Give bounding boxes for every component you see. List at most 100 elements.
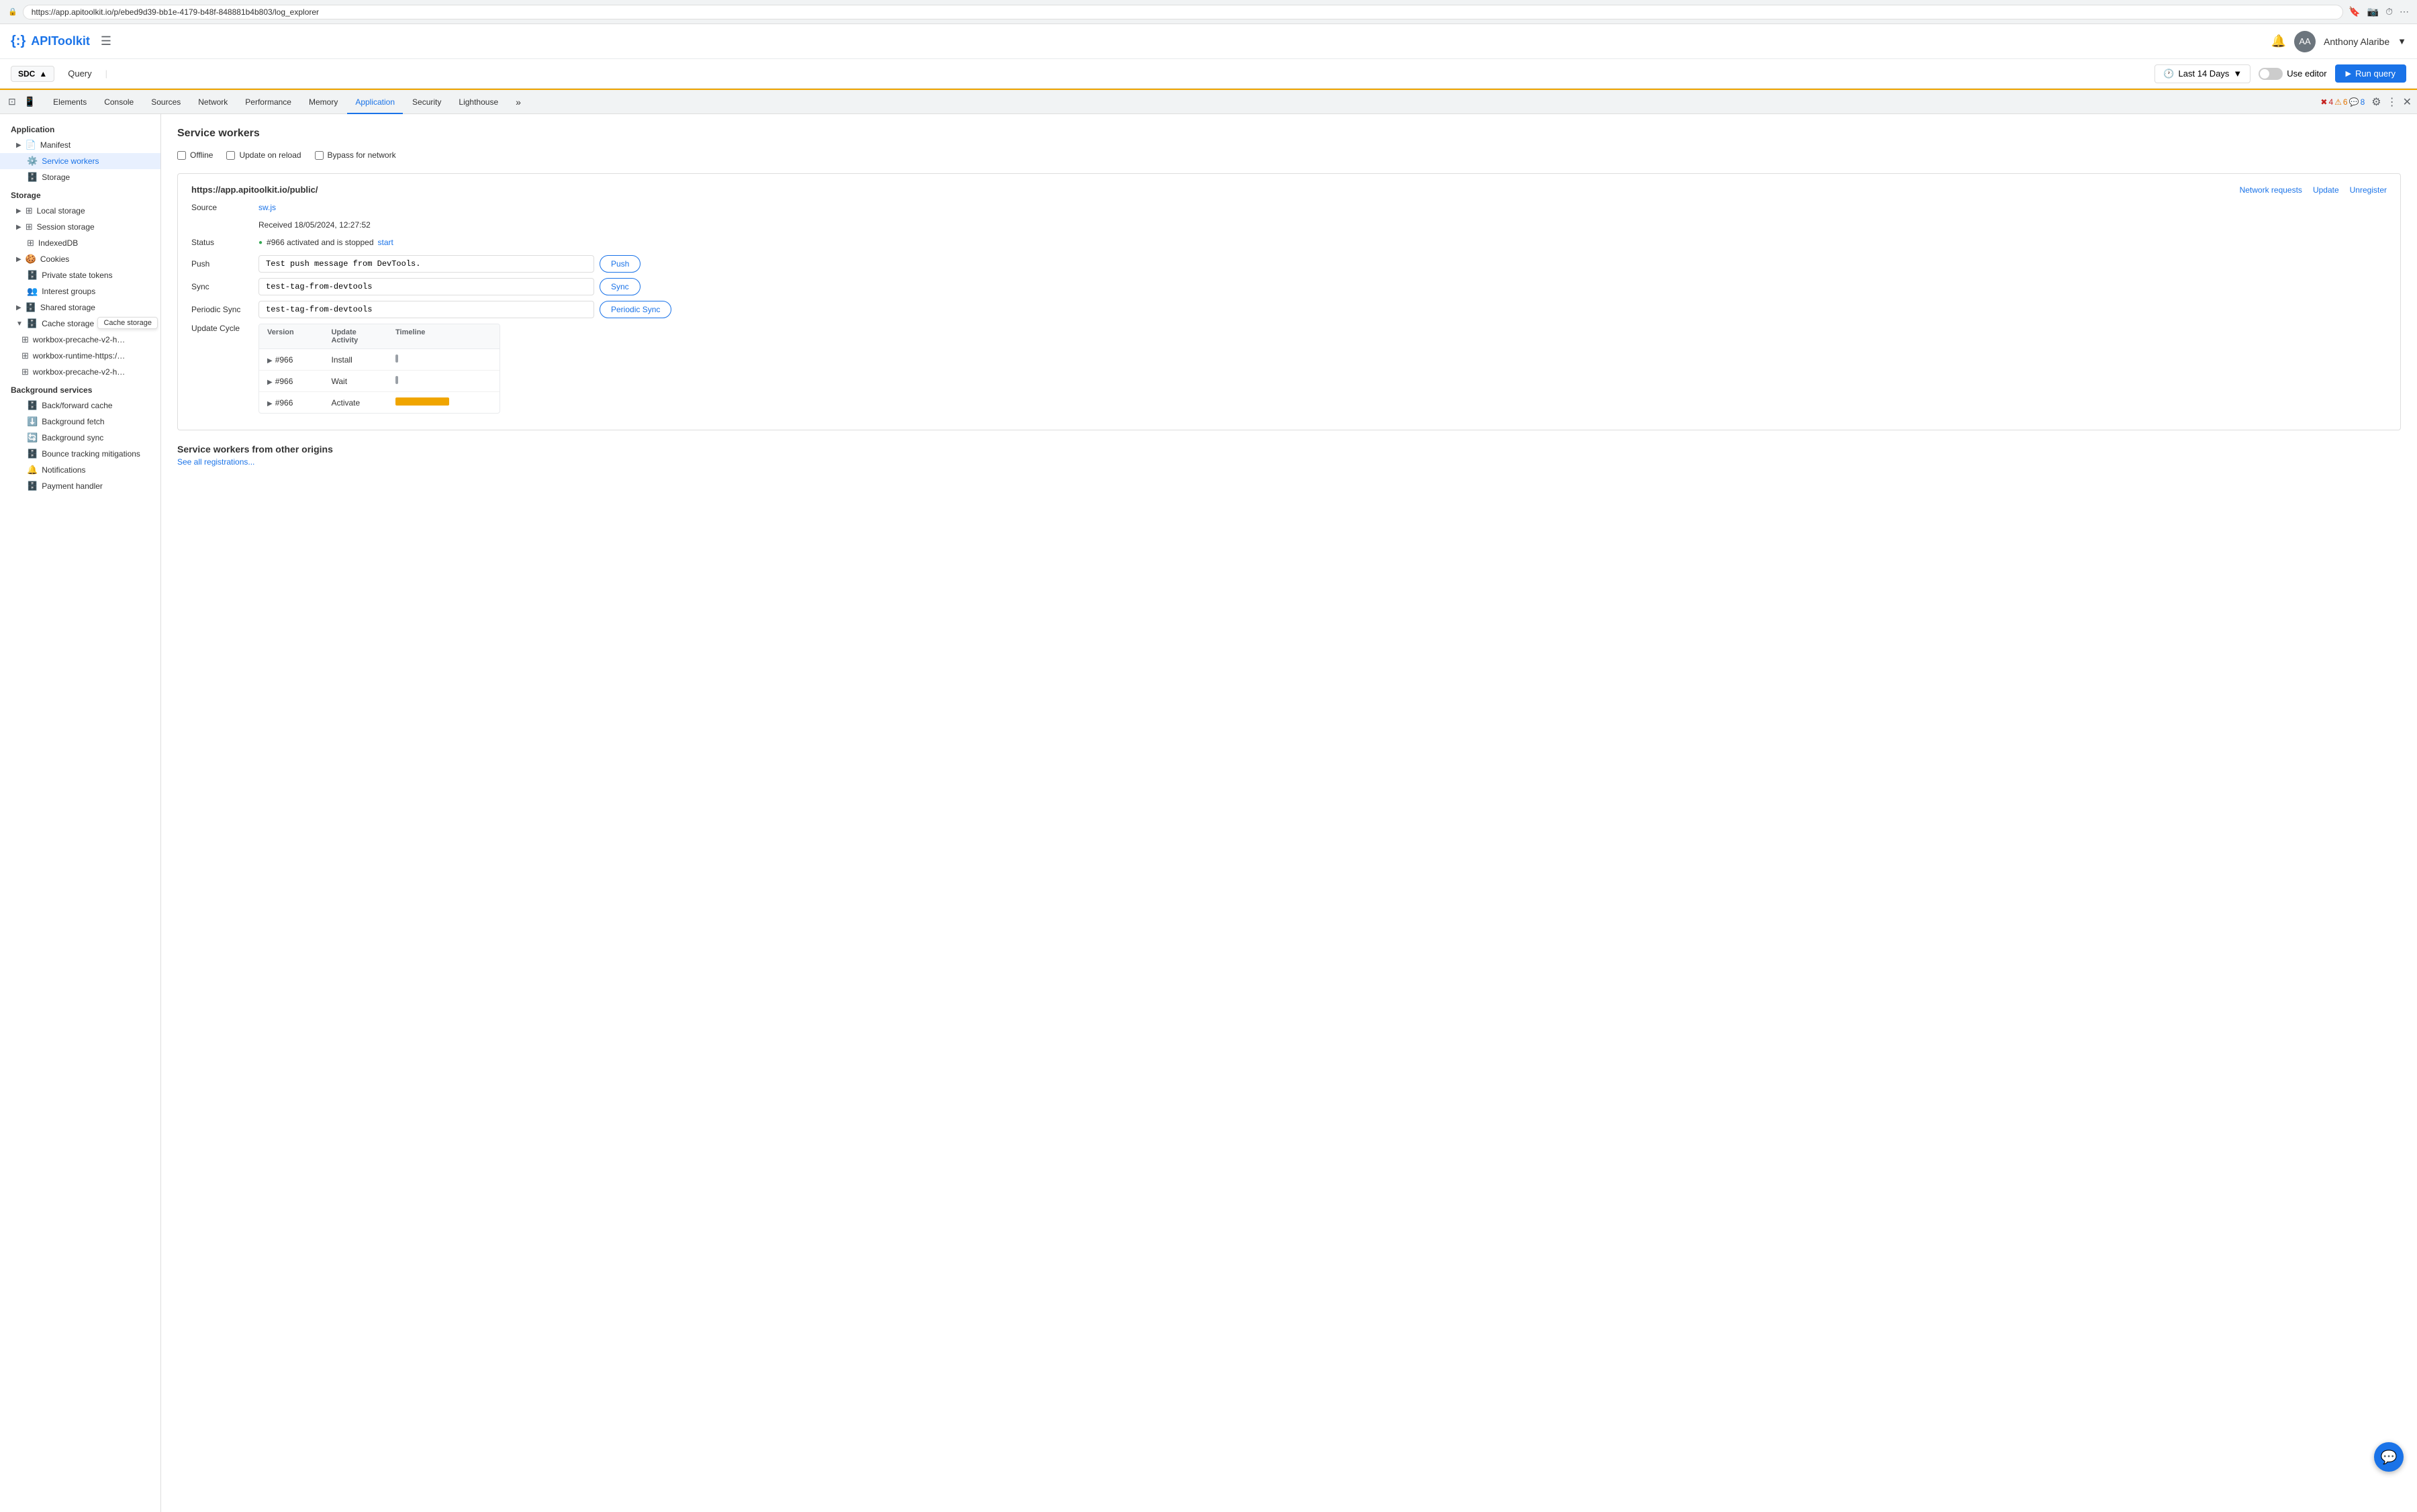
use-editor-toggle[interactable] [2259,68,2283,80]
tab-more[interactable]: » [508,90,529,114]
logo-icon: {:} [11,34,26,49]
activate-bar [395,397,449,406]
kebab-menu-icon[interactable]: ⋮ [2387,95,2398,109]
uc-timeline-header: Timeline [387,324,500,348]
cursor-icon[interactable]: ⊡ [5,96,19,107]
sw-links: Network requests Update Unregister [2240,185,2387,195]
uc-install-activity: Install [324,351,388,369]
uc-install-timeline [387,349,500,370]
tab-elements[interactable]: Elements [45,90,95,114]
sidebar-item-bg-sync[interactable]: 🔄 Background sync [0,430,160,446]
more-icon[interactable]: ⋯ [2400,6,2409,17]
offline-checkbox[interactable] [177,151,186,160]
periodic-sync-input[interactable] [258,301,594,318]
url-bar[interactable]: https://app.apitoolkit.io/p/ebed9d39-bb1… [23,5,2344,19]
offline-checkbox-label[interactable]: Offline [177,150,213,160]
sidebar-item-private-state[interactable]: 🗄️ Private state tokens [0,267,160,283]
bypass-for-network-checkbox[interactable] [315,151,324,160]
panel-title: Service workers [177,128,2401,140]
install-expand-icon[interactable]: ▶ [267,357,273,365]
update-on-reload-text: Update on reload [239,150,301,160]
sidebar-item-cache-3[interactable]: ⊞ workbox-precache-v2-https://app.apitoo… [0,364,160,380]
sidebar-item-storage[interactable]: 🗄️ Storage [0,169,160,185]
run-query-button[interactable]: ▶ Run query [2335,64,2406,83]
network-requests-link[interactable]: Network requests [2240,185,2302,195]
session-storage-icon: ⊞ [26,222,33,232]
bounce-label: Bounce tracking mitigations [42,449,140,459]
screenshot-icon[interactable]: 📷 [2367,6,2379,17]
settings-icon[interactable]: ⚙ [2371,95,2381,109]
sidebar-item-indexed-db[interactable]: ⊞ IndexedDB [0,235,160,251]
menu-icon[interactable]: ☰ [101,34,111,48]
query-bar: SDC ▲ Query | 🕐 Last 14 Days ▼ Use edito… [0,59,2417,89]
update-link[interactable]: Update [2313,185,2339,195]
uc-activate-version: ▶#966 [259,394,324,412]
session-storage-label: Session storage [37,222,95,232]
query-tab[interactable]: Query [62,68,97,79]
interest-groups-icon: 👥 [27,286,38,297]
sdc-badge[interactable]: SDC ▲ [11,66,54,82]
manifest-expand-icon: ▶ [16,142,21,149]
cache-storage-icon: 🗄️ [27,318,38,329]
back-forward-label: Back/forward cache [42,401,112,410]
history-icon[interactable]: ⏱ [2385,6,2393,17]
sidebar-item-manifest[interactable]: ▶ 📄 Manifest [0,137,160,153]
tab-lighthouse[interactable]: Lighthouse [451,90,506,114]
cache-storage-wrapper: ▼ 🗄️ Cache storage Cache storage [0,316,160,332]
sidebar-item-service-workers[interactable]: ⚙️ Service workers [0,153,160,169]
service-workers-icon: ⚙️ [27,156,38,167]
unregister-link[interactable]: Unregister [2350,185,2387,195]
update-on-reload-label[interactable]: Update on reload [226,150,301,160]
phone-icon[interactable]: 📱 [21,96,38,107]
start-link[interactable]: start [378,238,393,247]
sidebar-item-bounce[interactable]: 🗄️ Bounce tracking mitigations [0,446,160,462]
tab-security[interactable]: Security [404,90,449,114]
push-input[interactable] [258,255,594,273]
tab-performance[interactable]: Performance [237,90,299,114]
bypass-for-network-label[interactable]: Bypass for network [315,150,396,160]
sidebar-item-interest-groups[interactable]: 👥 Interest groups [0,283,160,299]
update-cycle-row: Update Cycle Version Update Activity Tim… [191,324,2387,414]
devtools: ⊡ 📱 Elements Console Sources Network Per… [0,89,2417,1512]
push-button[interactable]: Push [600,255,641,273]
sidebar-item-bg-fetch[interactable]: ⬇️ Background fetch [0,414,160,430]
warn-number: 6 [2343,97,2348,107]
cache-1-label: workbox-precache-v2-https://app.apitoolk… [33,335,127,344]
tab-console[interactable]: Console [96,90,142,114]
tab-network[interactable]: Network [190,90,236,114]
sidebar-item-payment-handler[interactable]: 🗄️ Payment handler [0,478,160,494]
sw-js-link[interactable]: sw.js [258,203,276,212]
sync-button[interactable]: Sync [600,278,641,295]
sidebar-item-back-forward[interactable]: 🗄️ Back/forward cache [0,397,160,414]
sidebar-item-cache-1[interactable]: ⊞ workbox-precache-v2-https://app.apitoo… [0,332,160,348]
wait-expand-icon[interactable]: ▶ [267,379,273,386]
see-all-registrations-link[interactable]: See all registrations... [177,457,2401,467]
status-row: Status ● #966 activated and is stopped s… [191,238,2387,247]
bell-icon[interactable]: 🔔 [2271,34,2286,48]
error-count: ✖ 4 [2320,97,2333,107]
sync-input[interactable] [258,278,594,295]
bypass-for-network-text: Bypass for network [328,150,396,160]
uc-row-wait: ▶#966 Wait [259,371,500,392]
chat-bubble-button[interactable]: 💬 [2374,1442,2404,1472]
tab-memory[interactable]: Memory [301,90,346,114]
tab-sources[interactable]: Sources [143,90,189,114]
activate-expand-icon[interactable]: ▶ [267,400,273,408]
close-devtools-icon[interactable]: ✕ [2403,95,2412,109]
last-days-button[interactable]: 🕐 Last 14 Days ▼ [2154,64,2250,83]
sidebar-item-notifications[interactable]: 🔔 Notifications [0,462,160,478]
sidebar-item-session-storage[interactable]: ▶ ⊞ Session storage [0,219,160,235]
periodic-sync-button[interactable]: Periodic Sync [600,301,671,318]
sdc-label: SDC [18,69,35,79]
sidebar-item-local-storage[interactable]: ▶ ⊞ Local storage [0,203,160,219]
bookmark-icon[interactable]: 🔖 [2349,6,2360,17]
update-on-reload-checkbox[interactable] [226,151,235,160]
uc-activity-header: Update Activity [324,324,388,348]
sidebar-item-cache-2[interactable]: ⊞ workbox-runtime-https://app.apitoolkit… [0,348,160,364]
run-query-label: Run query [2355,68,2396,79]
tab-application[interactable]: Application [347,90,403,114]
user-dropdown-arrow[interactable]: ▼ [2398,36,2406,46]
sidebar-item-cookies[interactable]: ▶ 🍪 Cookies [0,251,160,267]
sidebar-item-shared-storage[interactable]: ▶ 🗄️ Shared storage [0,299,160,316]
interest-groups-label: Interest groups [42,287,95,296]
